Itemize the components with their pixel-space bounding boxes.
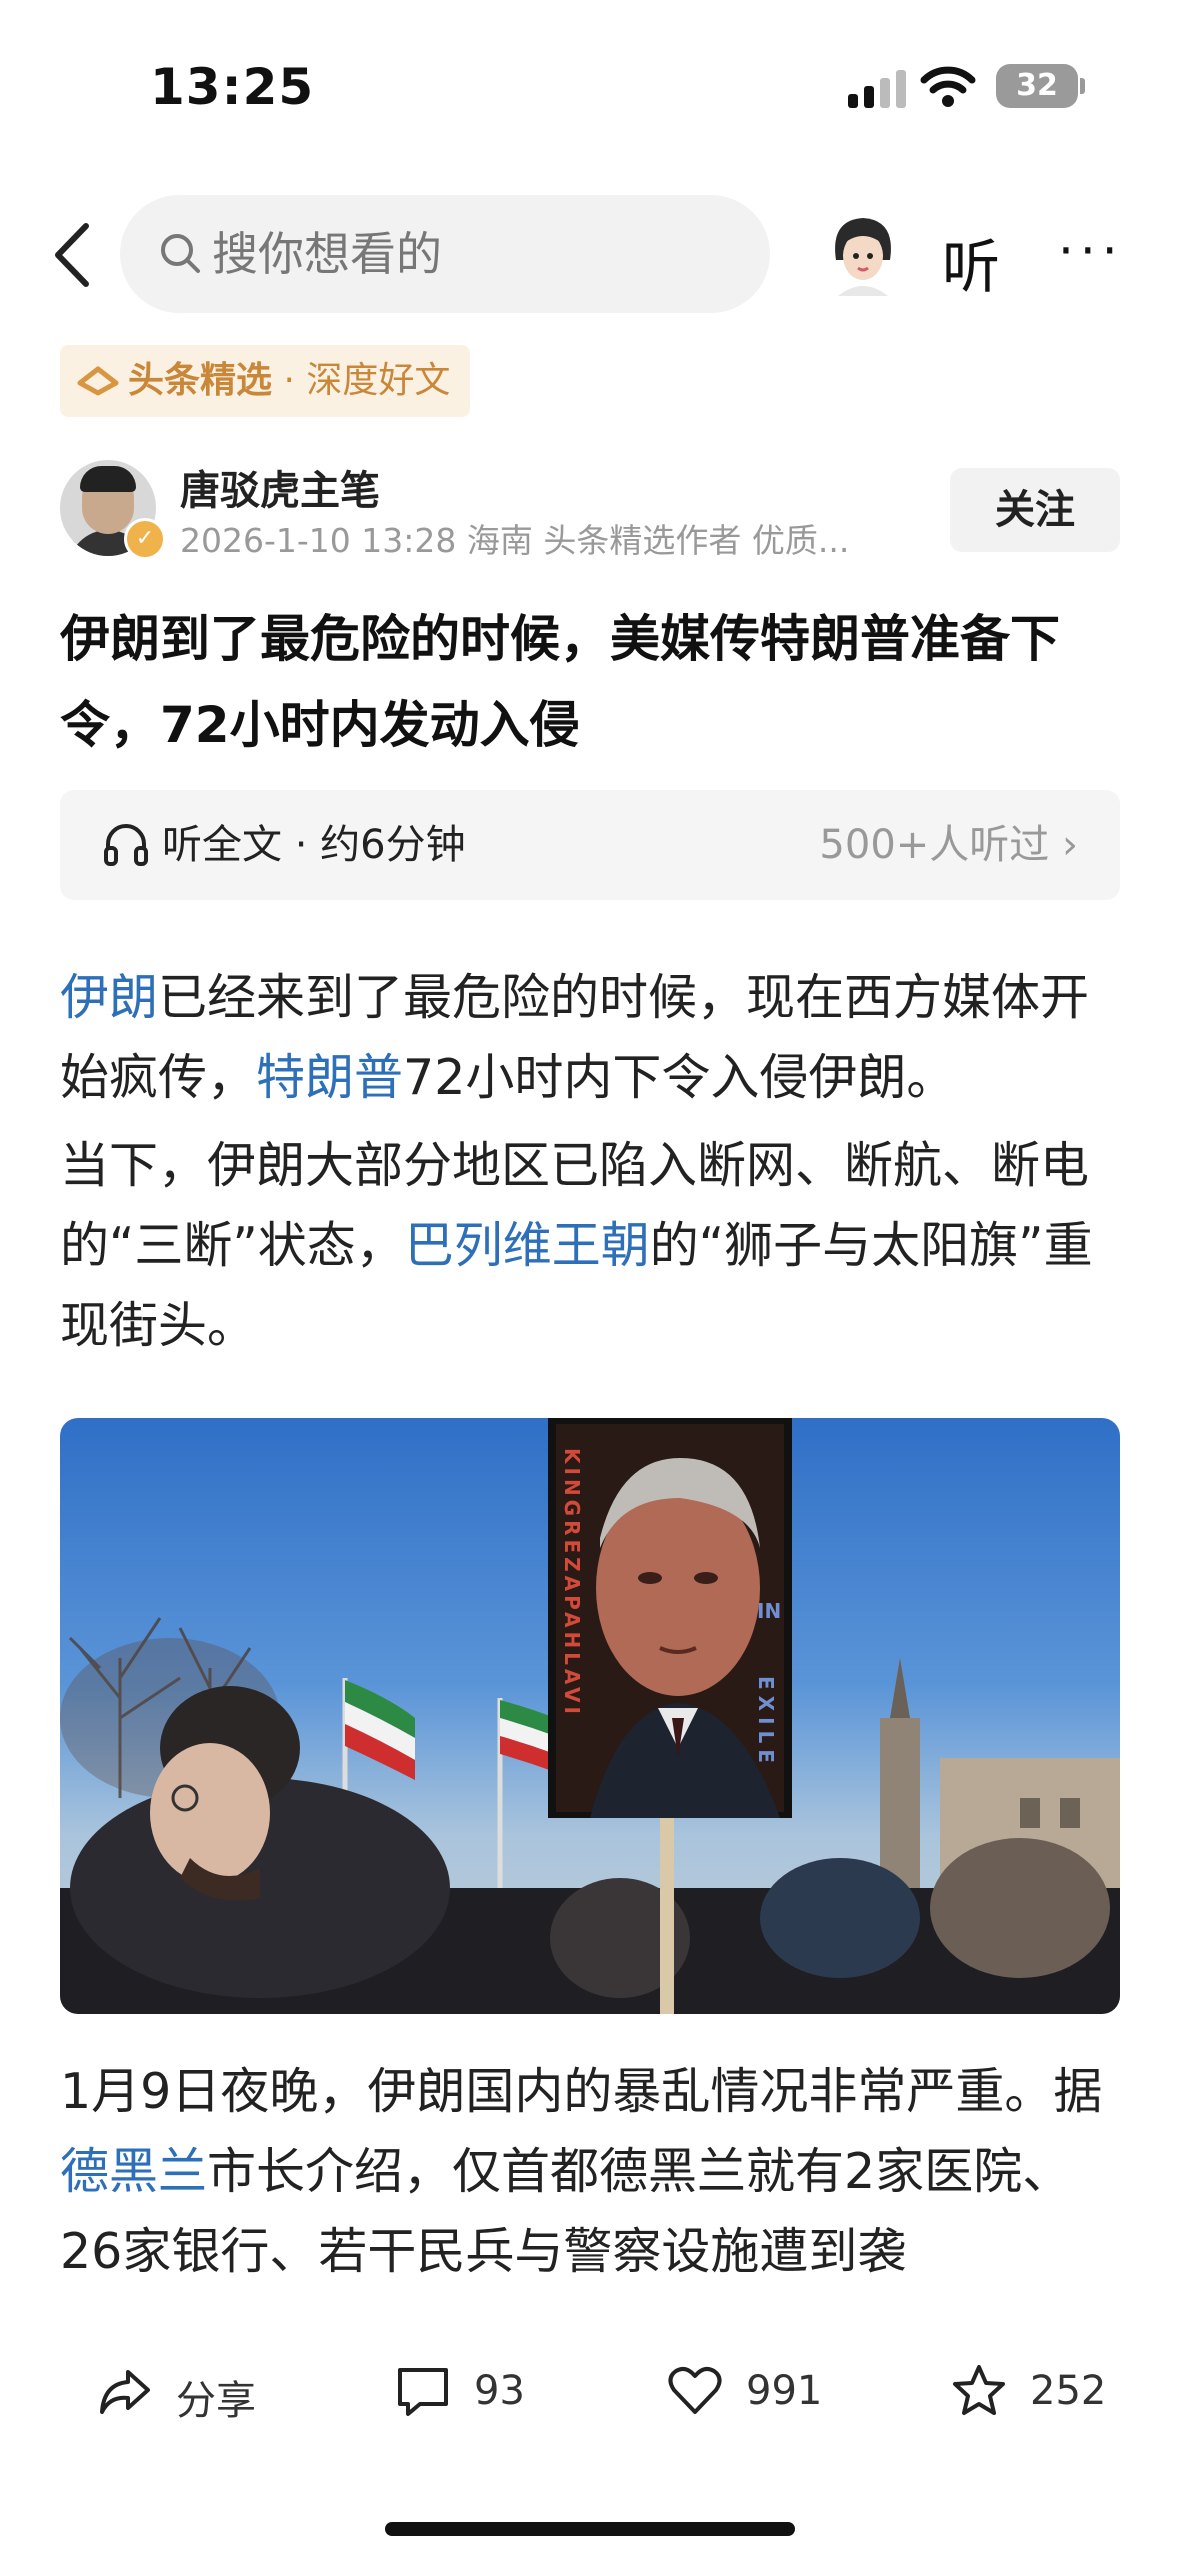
like-button[interactable]: 991 (666, 2340, 846, 2440)
badge-separator: · (272, 360, 307, 401)
article-photo[interactable]: KINGREZAPAHLAVI IN EXILE (60, 1418, 1120, 2014)
p3-text-2: 市长介绍，仅首都德黑兰就有2家医院、26家银行、若干民兵与警察设施遭到袭 (60, 2143, 1072, 2280)
comment-icon (398, 2368, 448, 2416)
paragraph-3: 1月9日夜晚，伊朗国内的暴乱情况非常严重。据德黑兰市长介绍，仅首都德黑兰就有2家… (60, 2052, 1120, 2292)
heart-icon (668, 2366, 722, 2414)
listen-full-article-bar[interactable]: 听全文 · 约6分钟 500+人听过 › (60, 790, 1120, 900)
sign-text-name: KINGREZAPAHLAVI (560, 1448, 584, 1718)
search-icon (161, 234, 200, 273)
link-tehran[interactable]: 德黑兰 (60, 2143, 207, 2200)
favorite-count: 252 (1030, 2368, 1107, 2414)
author-meta: 2026-1-10 13:28 海南 头条精选作者 优质... (180, 521, 850, 560)
listen-full-label: 听全文 · 约6分钟 (162, 822, 466, 868)
status-time: 13:25 (150, 58, 315, 116)
home-indicator[interactable] (385, 2522, 795, 2536)
link-pahlavi-dynasty[interactable]: 巴列维王朝 (405, 1217, 650, 1274)
share-icon (100, 2370, 150, 2414)
star-icon (953, 2365, 1005, 2415)
protest-scene-illustration: KINGREZAPAHLAVI IN EXILE (60, 1418, 1120, 2014)
follow-button[interactable]: 关注 (950, 468, 1120, 552)
bottom-action-bar: 分享 93 991 252 (0, 2340, 1179, 2440)
wifi-icon (920, 66, 976, 107)
listen-button[interactable]: 听 (942, 220, 1000, 304)
search-placeholder: 搜你想看的 (212, 227, 442, 281)
sign-text-in: IN (757, 1599, 781, 1623)
author-name[interactable]: 唐驳虎主笔 (180, 458, 380, 516)
ai-assistant-avatar-icon[interactable] (822, 210, 904, 296)
comment-button[interactable]: 93 (394, 2340, 574, 2440)
share-label: 分享 (176, 2378, 256, 2424)
headphones-icon (104, 824, 148, 866)
listen-count: 500+人听过 › (819, 822, 1078, 868)
battery-indicator: 32 (996, 64, 1078, 108)
battery-tip (1080, 78, 1085, 94)
link-trump[interactable]: 特朗普 (256, 1049, 403, 1106)
comment-count: 93 (474, 2368, 525, 2414)
badge-brand: 头条精选 (128, 360, 273, 401)
p3-text-1: 1月9日夜晚，伊朗国内的暴乱情况非常严重。据 (60, 2063, 1103, 2120)
badge-text: 头条精选 · 深度好文 (128, 359, 450, 403)
share-button[interactable]: 分享 (96, 2340, 296, 2440)
article-title: 伊朗到了最危险的时候，美媒传特朗普准备下令，72小时内发动入侵 (60, 610, 1060, 754)
badge-tag: 深度好文 (306, 360, 451, 401)
search-input[interactable]: 搜你想看的 (120, 195, 770, 313)
back-arrow-icon[interactable] (48, 220, 98, 290)
cellular-signal-icon (848, 70, 908, 108)
paragraph-1: 伊朗已经来到了最危险的时候，现在西方媒体开始疯传，特朗普72小时内下令入侵伊朗。 (60, 958, 1120, 1118)
like-count: 991 (746, 2368, 823, 2414)
paragraph-2: 当下，伊朗大部分地区已陷入断网、断航、断电的“三断”状态，巴列维王朝的“狮子与太… (60, 1126, 1120, 1366)
toutiao-featured-logo-icon (77, 366, 119, 396)
featured-badge: 头条精选 · 深度好文 (60, 345, 470, 417)
sign-text-exile: EXILE (754, 1676, 778, 1769)
p1-text-2: 72小时内下令入侵伊朗。 (403, 1049, 956, 1106)
link-iran[interactable]: 伊朗 (60, 969, 158, 1026)
more-options-icon[interactable]: ··· (1058, 226, 1130, 286)
verified-icon: ✓ (124, 518, 166, 560)
favorite-button[interactable]: 252 (950, 2340, 1130, 2440)
